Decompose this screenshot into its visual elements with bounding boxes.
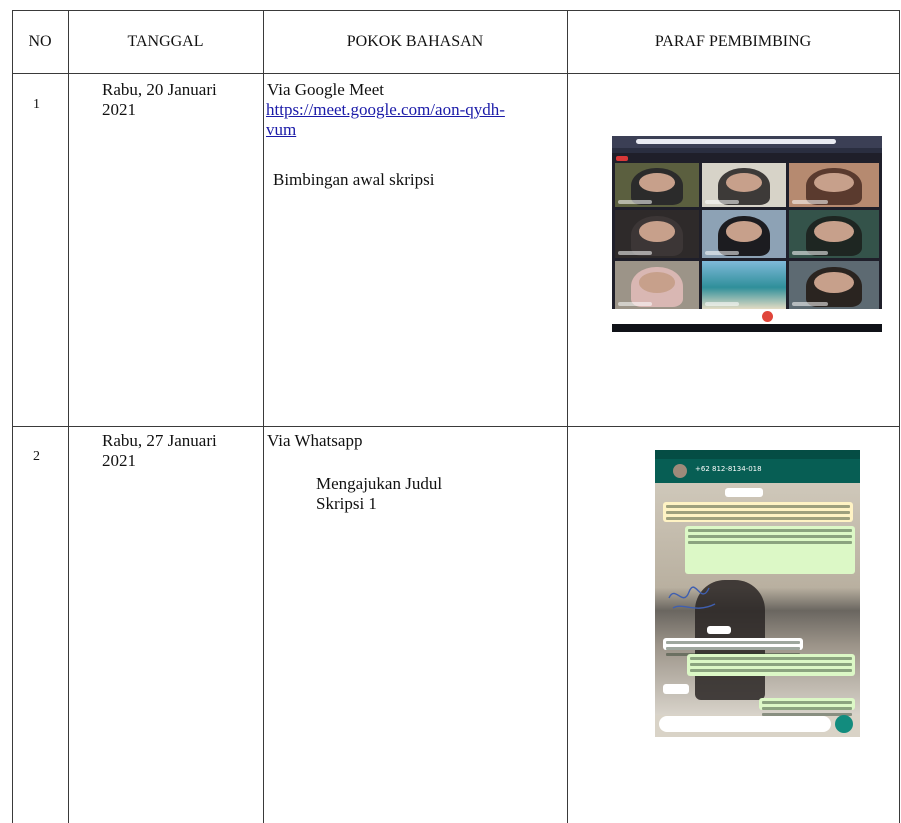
chat-message-outgoing: [685, 526, 855, 574]
row-1-tanggal-line1: Rabu, 20 Januari: [102, 80, 217, 99]
avatar: [673, 464, 687, 478]
meet-control-bar: [612, 309, 882, 324]
header-paraf-pembimbing: PARAF PEMBIMBING: [654, 33, 812, 50]
chat-message-incoming: [663, 638, 803, 650]
handwritten-signature: [668, 586, 716, 609]
participant-tile: [789, 210, 879, 258]
microphone-icon: [835, 715, 853, 733]
participant-tile: [789, 261, 879, 309]
column-divider-pokok: [567, 10, 568, 823]
row-2-pokok-desc-line1: Mengajukan Judul: [316, 474, 443, 493]
row-2-pokok-desc-line2: Skripsi 1: [316, 494, 377, 513]
address-bar: [636, 139, 836, 144]
table-border-left: [12, 10, 13, 823]
windows-taskbar: [612, 324, 882, 332]
column-divider-tanggal: [263, 10, 264, 823]
chat-message-outgoing: [759, 698, 855, 710]
meet-link-line1[interactable]: https://meet.google.com/aon-qydh-: [266, 100, 505, 120]
participant-tile: [615, 163, 699, 207]
meet-video-grid: [612, 163, 882, 309]
end-call-icon: [762, 311, 773, 322]
contact-phone: +62 812-8134-018: [695, 465, 762, 473]
participant-tile: [702, 163, 786, 207]
date-chip: [725, 488, 763, 497]
encryption-notice: [663, 502, 853, 522]
header-tanggal: TANGGAL: [127, 33, 204, 50]
column-divider-no: [68, 10, 69, 823]
row-1-no: 1: [33, 97, 40, 112]
whatsapp-header: +62 812-8134-018: [655, 459, 860, 483]
table-border-right: [899, 10, 900, 823]
chat-message-outgoing: [687, 654, 855, 676]
header-row-divider: [12, 73, 900, 74]
google-meet-screenshot: [612, 136, 882, 332]
phone-status-bar: [655, 450, 860, 459]
row-1-tanggal-line2: 2021: [102, 100, 136, 119]
row-1-pokok-title: Via Google Meet: [267, 80, 384, 99]
header-no: NO: [28, 33, 52, 50]
header-pokok-bahasan: POKOK BAHASAN: [346, 33, 484, 50]
supervision-log-page: NO TANGGAL POKOK BAHASAN PARAF PEMBIMBIN…: [0, 0, 901, 823]
row-2-no: 2: [33, 449, 40, 464]
chat-message-incoming: [663, 684, 689, 694]
participant-tile: [702, 261, 786, 309]
participant-tile: [615, 261, 699, 309]
bookmarks-bar: [612, 148, 882, 153]
date-chip: [707, 626, 731, 634]
meet-link-line2[interactable]: vum: [266, 120, 296, 140]
row-2-tanggal-line1: Rabu, 27 Januari: [102, 431, 217, 450]
participant-tile: [615, 210, 699, 258]
row-divider-1: [12, 426, 900, 427]
participant-tile: [702, 210, 786, 258]
message-input: [659, 716, 831, 732]
row-2-tanggal-line2: 2021: [102, 451, 136, 470]
row-2-pokok-title: Via Whatsapp: [267, 431, 363, 450]
browser-chrome: [612, 136, 882, 148]
whatsapp-chat-screenshot: +62 812-8134-018: [655, 450, 860, 737]
row-1-pokok-desc: Bimbingan awal skripsi: [273, 170, 435, 189]
recording-indicator: [616, 156, 628, 161]
participant-tile: [789, 163, 879, 207]
table-border-top: [12, 10, 900, 11]
